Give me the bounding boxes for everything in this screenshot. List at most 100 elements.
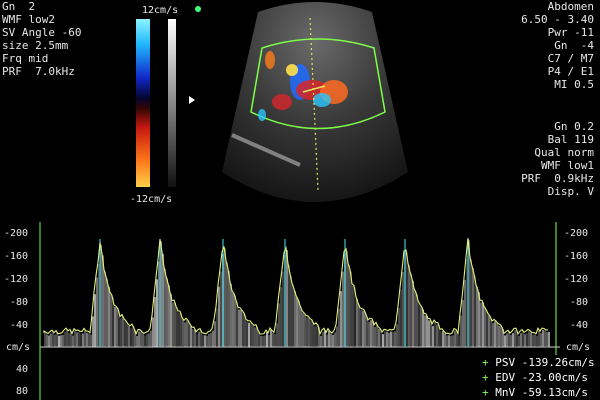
- spectrum-column: [484, 308, 486, 347]
- spectrum-column: [136, 335, 138, 347]
- spectrum-column: [74, 330, 76, 347]
- spectrum-column: [262, 335, 264, 347]
- spectrum-column: [408, 265, 410, 347]
- spectrum-column: [276, 323, 278, 347]
- spectrum-column: [198, 331, 200, 347]
- spectrum-column: [44, 333, 46, 347]
- spectrum-column: [506, 333, 508, 347]
- spectrum-column: [56, 332, 58, 347]
- spectrum-column: [288, 265, 290, 347]
- spectrum-column: [374, 326, 376, 347]
- spectrum-column: [146, 334, 148, 347]
- sv-size-label: size 2.5mm: [2, 39, 69, 52]
- spectrum-column: [188, 322, 190, 347]
- spectrum-column: [520, 333, 522, 347]
- spectrum-column: [452, 335, 454, 347]
- spectrum-column: [546, 331, 548, 347]
- spectrum-column: [308, 318, 310, 347]
- spectrum-column: [396, 324, 398, 347]
- balance-label: Bal 119: [547, 133, 594, 146]
- spectrum-column: [62, 334, 64, 347]
- axis-tick: 80: [16, 386, 29, 397]
- persistence-label: P4 / E1: [547, 65, 594, 78]
- spectrum-column: [442, 330, 444, 347]
- spectrum-column: [214, 321, 216, 347]
- spectrum-column: [448, 335, 450, 347]
- spectrum-column: [184, 322, 186, 347]
- spectrum-column: [356, 298, 358, 347]
- spectrum-column: [210, 333, 212, 347]
- axis-tick: -120: [4, 274, 29, 285]
- spectrum-column: [338, 308, 340, 347]
- spectrum-column: [322, 331, 324, 347]
- spectrum-column: [278, 303, 280, 347]
- spectrum-column: [204, 335, 206, 347]
- spectrum-column: [94, 294, 96, 347]
- spectrum-column: [50, 333, 52, 347]
- spectrum-column: [336, 326, 338, 347]
- axis-tick: 40: [16, 364, 29, 375]
- measurement-results: + PSV -139.26cm/s + EDV -23.00cm/s + MnV…: [482, 355, 600, 400]
- spectrum-column: [400, 289, 402, 347]
- spectrum-column: [46, 334, 48, 347]
- spectrum-column: [418, 302, 420, 347]
- spectrum-column: [498, 325, 500, 347]
- spectrum-column: [540, 333, 542, 347]
- spectrum-column: [58, 335, 60, 347]
- spectrum-column: [154, 297, 156, 347]
- spectrum-column: [440, 331, 442, 347]
- axis-tick: -200: [564, 228, 589, 239]
- spectrum-column: [108, 287, 110, 347]
- spectral-waveform: [44, 240, 550, 347]
- spectrum-column: [334, 332, 336, 347]
- spectrum-column: [428, 320, 430, 347]
- spectrum-column: [84, 330, 86, 347]
- spectrum-column: [186, 320, 188, 347]
- spectrum-column: [86, 333, 88, 347]
- spectrum-column: [234, 295, 236, 347]
- spectrum-column: [110, 294, 112, 347]
- spectrum-column: [82, 333, 84, 347]
- spectrum-column: [190, 326, 192, 347]
- spectrum-column: [368, 321, 370, 347]
- spectrum-column: [530, 332, 532, 347]
- spectrum-column: [366, 316, 368, 347]
- spectrum-column: [54, 334, 56, 347]
- spectrum-column: [518, 335, 520, 347]
- spectrum-column: [414, 290, 416, 347]
- spectrum-column: [224, 248, 226, 347]
- mnv-value: + MnV -59.13cm/s: [482, 386, 588, 399]
- spectrum-column: [508, 332, 510, 347]
- spectrum-column: [166, 278, 168, 347]
- spectrum-column: [128, 325, 130, 347]
- doppler-settings: Gn 2 WMF low2 SV Angle -60 size 2.5mm Fr…: [0, 0, 120, 80]
- axis-tick: -40: [10, 320, 29, 331]
- wall-filter-label: WMF low2: [2, 13, 55, 26]
- spectrum-column: [472, 268, 474, 347]
- mi-label: MI 0.5: [554, 78, 594, 91]
- spectrum-column: [126, 322, 128, 347]
- color-gain-label: Gn 0.2: [554, 120, 594, 133]
- spectrum-column: [192, 329, 194, 347]
- spectrum-column: [68, 332, 70, 347]
- spectrum-column: [148, 333, 150, 347]
- spectrum-column: [500, 326, 502, 347]
- spectrum-column: [444, 333, 446, 347]
- axis-tick: -160: [4, 251, 29, 262]
- spectrum-column: [182, 319, 184, 347]
- spectrum-column: [382, 334, 384, 347]
- axis-unit: cm/s: [566, 342, 591, 353]
- spectrum-column: [460, 315, 462, 347]
- scale-min-label: -12cm/s: [130, 194, 173, 205]
- spectrum-column: [90, 334, 92, 347]
- scale-max-label: 12cm/s: [142, 5, 179, 16]
- spectrum-column: [490, 318, 492, 347]
- spectrum-column: [470, 259, 472, 347]
- spectrum-column: [248, 322, 250, 347]
- spectrum-column: [72, 335, 74, 347]
- preset-label: Abdomen: [547, 0, 594, 13]
- spectrum-column: [116, 308, 118, 347]
- spectrum-column: [52, 332, 54, 347]
- spectrum-column: [302, 312, 304, 347]
- spectrum-column: [326, 334, 328, 347]
